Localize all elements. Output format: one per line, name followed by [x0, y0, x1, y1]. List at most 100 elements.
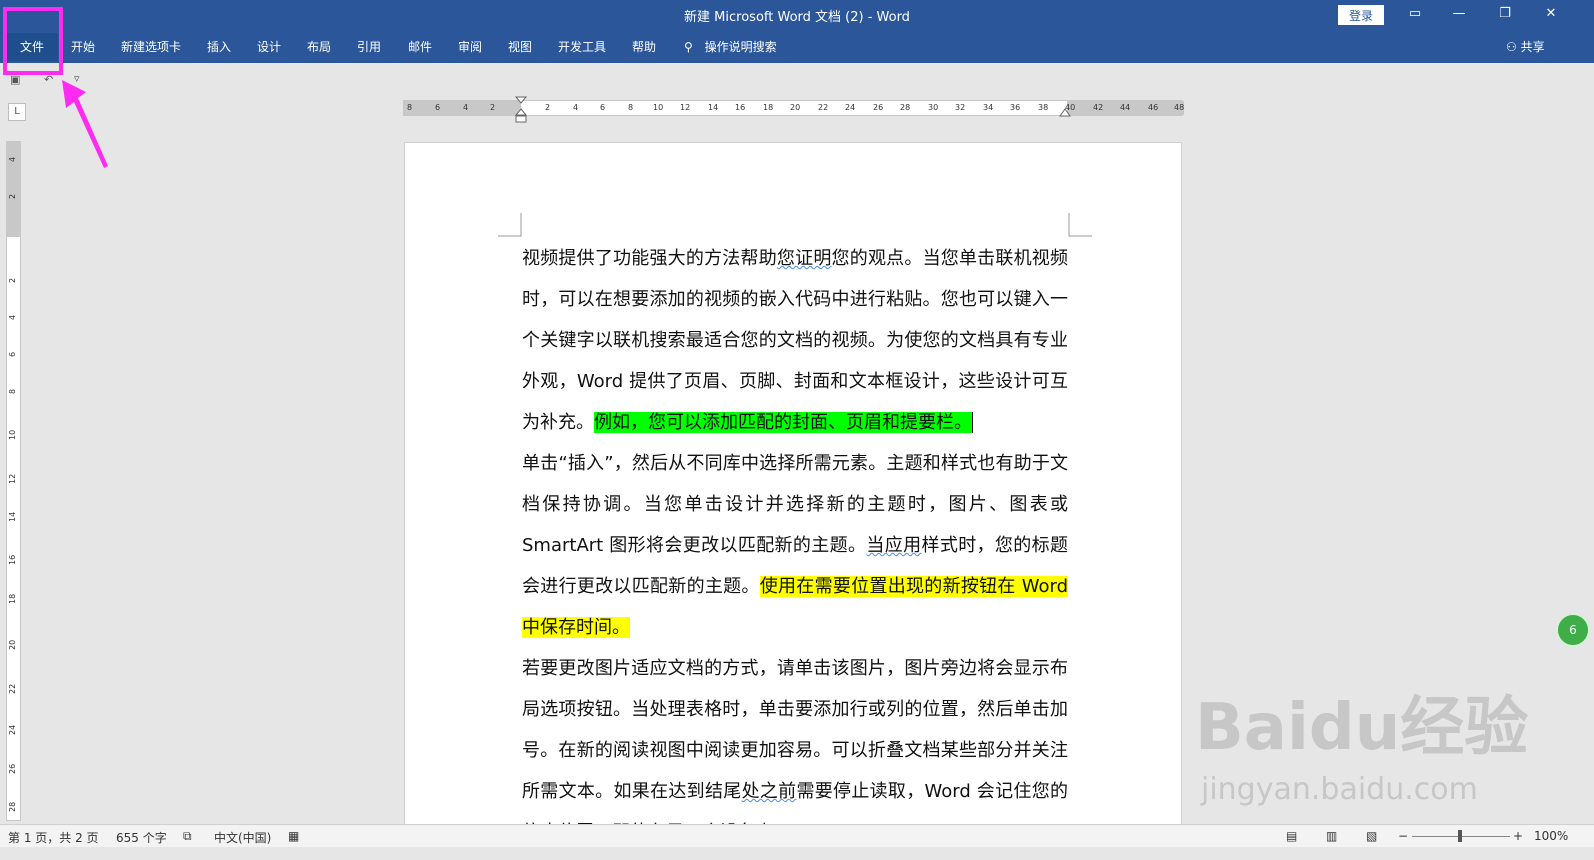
tab-help[interactable]: 帮助 — [632, 33, 656, 61]
ruler-tick: 20 — [8, 639, 17, 650]
text-run-spellcheck: 当应用 — [866, 535, 922, 556]
text-run-green-highlight: 例如，您可以添加匹配的封面、页眉和提要栏。 — [594, 412, 972, 433]
ribbon-display-icon[interactable]: ▭ — [1404, 4, 1426, 24]
tab-references[interactable]: 引用 — [357, 33, 381, 61]
quick-access-toolbar: ▣ ↶ ▿ L — [0, 63, 1594, 121]
ruler-tick: 8 — [407, 103, 413, 112]
ruler-tick: 2 — [545, 103, 551, 112]
title-bar: 新建 Microsoft Word 文档 (2) - Word 登录 ▭ — ❐… — [0, 0, 1594, 63]
tab-review[interactable]: 审阅 — [458, 33, 482, 61]
text-run: 您的观点。当您单击联机视频时，可以在想要添加的视频的嵌入代码中进行粘贴。您也可以… — [522, 248, 1069, 433]
close-icon[interactable]: ✕ — [1540, 4, 1562, 24]
watermark-url: jingyan.baidu.com — [1201, 772, 1478, 807]
watermark-logo: Baidu经验 — [1195, 691, 1529, 765]
ruler-tick: 30 — [928, 103, 939, 112]
macro-icon[interactable]: ▦ — [288, 829, 299, 843]
ruler-tick: 18 — [8, 593, 17, 604]
ruler-tick: 24 — [8, 724, 17, 735]
tell-me-search[interactable]: ⚲ 操作说明搜索 — [684, 33, 777, 61]
page-count[interactable]: 第 1 页，共 2 页 — [8, 829, 99, 846]
ruler-tick: 32 — [955, 103, 966, 112]
ruler-tick: 28 — [900, 103, 911, 112]
ruler-tick: 10 — [8, 429, 17, 440]
status-bar: 第 1 页，共 2 页 655 个字 ⧉ 中文(中国) ▦ ▤ ▥ ▧ − + … — [0, 824, 1594, 847]
zoom-slider-thumb[interactable] — [1458, 830, 1462, 842]
ruler-tick: 22 — [8, 683, 17, 694]
ruler-tick: 42 — [1093, 103, 1104, 112]
minimize-icon[interactable]: — — [1448, 4, 1470, 24]
tab-developer[interactable]: 开发工具 — [558, 33, 606, 61]
ruler-tick: 20 — [790, 103, 801, 112]
ruler-tick: 44 — [1120, 103, 1131, 112]
baidu-watermark: Baidu经验 jingyan.baidu.com — [1195, 676, 1529, 807]
ruler-tick: 34 — [983, 103, 994, 112]
ruler-tick: 2 — [490, 103, 496, 112]
zoom-in-button[interactable]: + — [1513, 829, 1523, 843]
ruler-tick: 4 — [8, 314, 17, 320]
ruler-tick: 10 — [653, 103, 664, 112]
zoom-out-button[interactable]: − — [1398, 829, 1408, 843]
ruler-tick: 18 — [763, 103, 774, 112]
ruler-tick: 46 — [1148, 103, 1159, 112]
ruler-tick: 26 — [873, 103, 884, 112]
read-mode-icon[interactable]: ▤ — [1286, 829, 1297, 843]
tab-new-tab[interactable]: 新建选项卡 — [121, 33, 181, 61]
print-layout-icon[interactable]: ▥ — [1326, 829, 1337, 843]
tell-me-label: 操作说明搜索 — [704, 40, 777, 54]
ruler-tick: 36 — [1010, 103, 1021, 112]
tab-mailings[interactable]: 邮件 — [408, 33, 432, 61]
ruler-tick: 6 — [600, 103, 606, 112]
document-body[interactable]: 视频提供了功能强大的方法帮助您证明您的观点。当您单击联机视频时，可以在想要添加的… — [522, 238, 1068, 853]
ruler-tick: 8 — [8, 388, 17, 394]
ruler-tick: 12 — [680, 103, 691, 112]
person-icon: ⚇ — [1506, 40, 1517, 54]
text-run: 视频提供了功能强大的方法帮助 — [522, 248, 777, 269]
text-run-spellcheck: 您证明 — [776, 248, 832, 269]
ruler-tick: 28 — [8, 801, 17, 812]
tab-insert[interactable]: 插入 — [207, 33, 231, 61]
ruler-tick: 2 — [8, 277, 17, 283]
share-button[interactable]: ⚇ 共享 — [1506, 38, 1545, 55]
paragraph[interactable]: 视频提供了功能强大的方法帮助您证明您的观点。当您单击联机视频时，可以在想要添加的… — [522, 238, 1068, 443]
ruler-tick: 26 — [8, 763, 17, 774]
ruler-tick: 4 — [463, 103, 469, 112]
ruler-tick: 2 — [8, 193, 17, 199]
tab-view[interactable]: 视图 — [508, 33, 532, 61]
tab-selector-icon[interactable]: L — [8, 103, 26, 121]
text-cursor — [972, 412, 973, 433]
ruler-tick: 24 — [845, 103, 856, 112]
ruler-tick: 8 — [628, 103, 634, 112]
vertical-ruler[interactable]: 4 2 2 4 6 8 10 12 14 16 18 20 22 24 26 2… — [6, 141, 21, 821]
login-button[interactable]: 登录 — [1338, 5, 1384, 25]
restore-icon[interactable]: ❐ — [1494, 4, 1516, 24]
ruler-tick: 22 — [818, 103, 829, 112]
ruler-tick: 12 — [8, 473, 17, 484]
share-label: 共享 — [1520, 40, 1545, 54]
tab-home[interactable]: 开始 — [71, 33, 95, 61]
text-run-spellcheck: 处之前 — [741, 781, 797, 802]
word-count[interactable]: 655 个字 — [116, 829, 167, 846]
annotation-highlight-box — [3, 7, 63, 75]
side-badge[interactable]: 6 — [1556, 613, 1590, 647]
indent-marker-icon[interactable] — [514, 96, 528, 126]
margin-corner-mark — [498, 213, 522, 237]
paragraph[interactable]: 若要更改图片适应文档的方式，请单击该图片，图片旁边将会显示布局选项按钮。当处理表… — [522, 648, 1068, 853]
right-indent-marker-icon[interactable] — [1059, 108, 1071, 118]
lightbulb-icon: ⚲ — [684, 40, 693, 54]
tab-design[interactable]: 设计 — [257, 33, 281, 61]
document-page[interactable]: 视频提供了功能强大的方法帮助您证明您的观点。当您单击联机视频时，可以在想要添加的… — [404, 142, 1182, 843]
annotation-arrow-icon — [62, 80, 108, 168]
ruler-tick: 4 — [8, 156, 17, 162]
tab-layout[interactable]: 布局 — [307, 33, 331, 61]
ruler-tick: 38 — [1038, 103, 1049, 112]
zoom-level[interactable]: 100% — [1534, 829, 1568, 843]
margin-corner-mark — [1068, 213, 1092, 237]
language-indicator[interactable]: 中文(中国) — [214, 829, 271, 846]
ruler-tick: 6 — [8, 351, 17, 357]
proofing-icon[interactable]: ⧉ — [183, 829, 192, 844]
web-layout-icon[interactable]: ▧ — [1366, 829, 1377, 843]
ruler-tick: 16 — [8, 554, 17, 565]
ruler-tick: 14 — [708, 103, 719, 112]
ruler-tick: 4 — [573, 103, 579, 112]
paragraph[interactable]: 单击“插入”，然后从不同库中选择所需元素。主题和样式也有助于文档保持协调。当您单… — [522, 443, 1068, 648]
